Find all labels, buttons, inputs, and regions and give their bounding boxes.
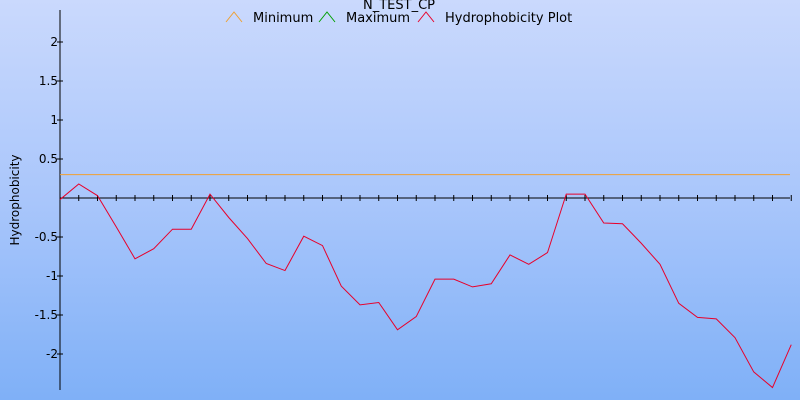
legend-label: Minimum xyxy=(253,11,313,26)
hydrophobicity-chart: N_TEST_CP Minimum Maximum Hydrophobicity P… xyxy=(0,0,800,400)
y-tick-label: -2 xyxy=(46,347,58,361)
y-tick-label: -0.5 xyxy=(35,230,58,244)
y-tick-label: -1 xyxy=(46,269,58,283)
legend-label: Hydrophobicity Plot xyxy=(445,11,572,26)
y-tick-label: 2 xyxy=(50,35,58,49)
legend-item: Hydrophobicity Plot xyxy=(417,11,572,26)
legend-item: Maximum xyxy=(318,11,410,26)
y-tick-label: 1 xyxy=(50,113,58,127)
y-tick-label: 1.5 xyxy=(39,74,58,88)
y-tick-label: 0.5 xyxy=(39,152,58,166)
series-layer xyxy=(59,174,792,389)
legend-label: Maximum xyxy=(346,11,410,26)
legend-line-icon xyxy=(318,11,336,23)
hydrophobicity-line xyxy=(59,183,792,389)
chart-svg: N_TEST_CP Minimum Maximum Hydrophobicity P… xyxy=(8,0,792,390)
legend: Minimum Maximum Hydrophobicity Plot xyxy=(225,11,572,26)
legend-line-icon xyxy=(225,11,243,23)
y-axis-label: Hydrophobicity xyxy=(8,154,22,245)
legend-line-icon xyxy=(417,11,435,23)
legend-item: Minimum xyxy=(225,11,313,26)
axes: 2 1.5 1 0.5 -0.5 -1 -1.5 -2 xyxy=(35,10,792,390)
y-tick-label: -1.5 xyxy=(35,308,58,322)
